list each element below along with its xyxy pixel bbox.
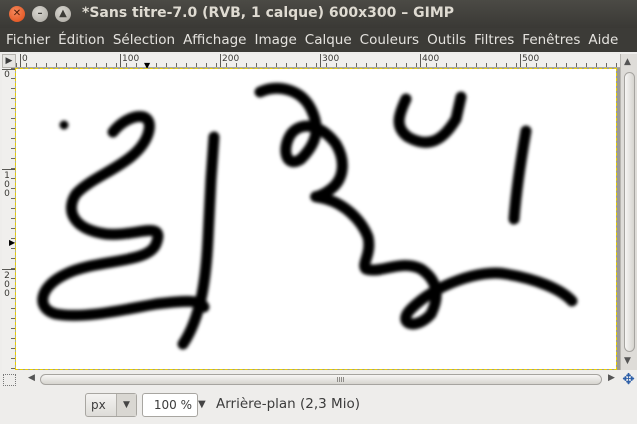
menu-fenetres[interactable]: Fenêtres [518,32,584,48]
ruler-label: 100 [4,171,10,199]
stroke-squiggle [37,111,210,321]
menu-filtres[interactable]: Filtres [470,32,518,48]
stroke-loop [254,82,578,330]
stroke-dot [59,120,69,130]
menu-outils[interactable]: Outils [423,32,470,48]
quick-mask-toggle-icon[interactable] [3,374,16,386]
vertical-scroll-thumb[interactable] [624,72,635,352]
chevron-down-icon[interactable]: ▼ [116,394,136,416]
stroke-vertical-line [177,131,220,350]
status-bar: px ▼ 100 % ▼ Arrière-plan (2,3 Mio) [0,389,637,424]
horizontal-scrollbar[interactable]: ◀ ▶ [28,372,620,388]
zoom-input[interactable]: 100 % [142,393,198,417]
ruler-label: 200 [4,271,10,299]
menu-bar: Fichier Édition Sélection Affichage Imag… [0,28,637,52]
ruler-pointer-marker: ▶ [9,238,16,247]
vertical-ruler[interactable]: 0 100 200 ▶ [2,68,16,370]
vertical-scrollbar[interactable]: ▲ ▼ [620,54,637,370]
menu-aide[interactable]: Aide [584,32,622,48]
scroll-up-arrow-icon[interactable]: ▲ [624,57,631,67]
maximize-window-button[interactable]: ▲ [55,6,71,22]
menu-affichage[interactable]: Affichage [179,32,250,48]
ruler-label: 0 [4,70,10,80]
window-title: *Sans titre-7.0 (RVB, 1 calque) 600x300 … [82,5,455,21]
scroll-right-arrow-icon[interactable]: ▶ [608,373,615,383]
close-window-button[interactable]: ✕ [9,6,25,22]
scroll-grip [337,377,345,382]
brush-strokes [37,82,578,350]
menu-fichier[interactable]: Fichier [2,32,54,48]
image-canvas[interactable] [15,68,617,370]
horizontal-ruler[interactable]: 0 100 200 300 400 500 ▼ [16,54,620,70]
scroll-left-arrow-icon[interactable]: ◀ [28,373,35,383]
menu-image[interactable]: Image [250,32,300,48]
image-menu-button[interactable]: ▶ [2,54,16,68]
unit-selector[interactable]: px ▼ [85,393,137,417]
navigate-icon[interactable]: ✥ [620,371,637,388]
status-message: Arrière-plan (2,3 Mio) [216,396,360,412]
minimize-window-button[interactable]: – [32,6,48,22]
unit-value: px [91,398,106,412]
horizontal-scroll-thumb[interactable] [40,374,602,385]
canvas-area[interactable] [15,68,620,370]
menu-selection[interactable]: Sélection [109,32,179,48]
menu-edition[interactable]: Édition [54,32,109,48]
stroke-cup [393,91,467,148]
title-bar: ✕ – ▲ *Sans titre-7.0 (RVB, 1 calque) 60… [0,0,637,28]
scroll-down-arrow-icon[interactable]: ▼ [624,356,631,366]
menu-couleurs[interactable]: Couleurs [356,32,423,48]
ruler-minor-ticks [11,68,15,370]
stroke-short-line [508,125,532,225]
menu-calque[interactable]: Calque [301,32,356,48]
ruler-minor-ticks [16,63,620,67]
zoom-dropdown-icon[interactable]: ▼ [198,399,206,410]
